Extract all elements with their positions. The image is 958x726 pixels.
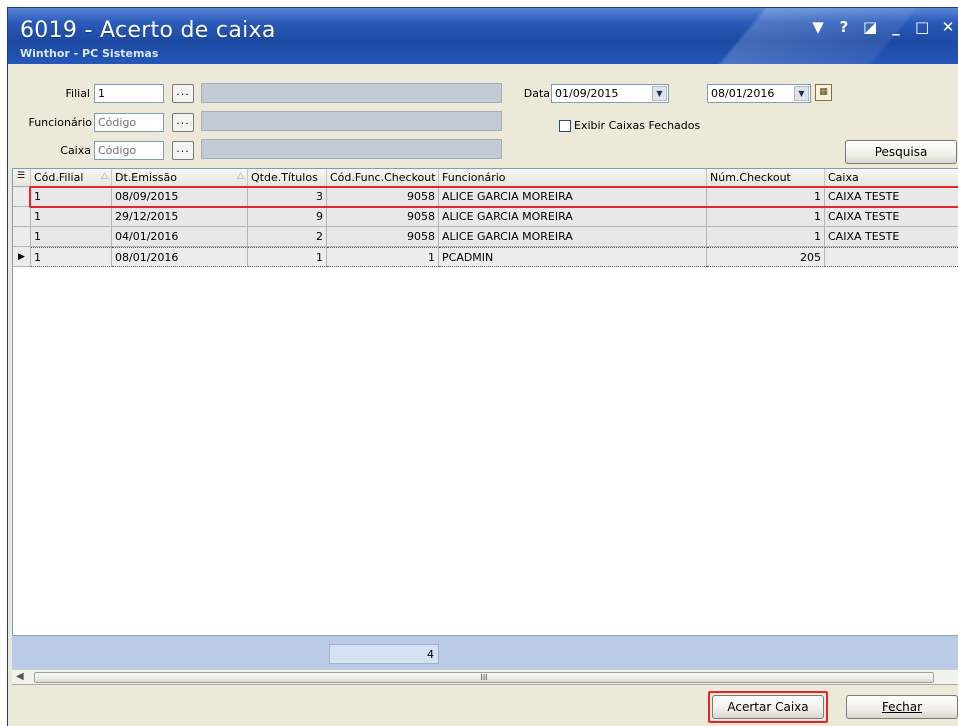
cell-funcionario: ALICE GARCIA MOREIRA — [439, 207, 707, 227]
data-start-value: 01/09/2015 — [555, 87, 619, 100]
cell-caixa — [825, 247, 958, 267]
caixa-description — [201, 139, 502, 159]
cell-funcionario: ALICE GARCIA MOREIRA — [439, 187, 707, 207]
cell-qtde: 3 — [248, 187, 327, 207]
cell-filial: 1 — [31, 227, 112, 247]
cell-filial: 1 — [31, 187, 112, 207]
filial-lookup-button[interactable]: ... — [172, 84, 194, 103]
cell-func-checkout: 9058 — [327, 187, 439, 207]
help-icon[interactable]: ? — [837, 18, 851, 36]
calendar-icon[interactable]: ▦ — [815, 84, 832, 101]
funcionario-label: Funcionário — [28, 116, 92, 129]
column-header-filial[interactable]: Cód.Filial △ — [31, 169, 112, 187]
cell-num-checkout: 1 — [707, 207, 825, 227]
fechar-button[interactable]: Fechar — [846, 695, 958, 719]
cell-qtde: 1 — [248, 247, 327, 267]
acertar-caixa-button[interactable]: Acertar Caixa — [712, 695, 824, 719]
exibir-caixas-checkbox[interactable] — [559, 120, 571, 132]
column-header-caixa[interactable]: Caixa — [825, 169, 958, 187]
exibir-caixas-label: Exibir Caixas Fechados — [574, 119, 701, 132]
footer-total-qtde: 4 — [329, 644, 439, 664]
caixa-label: Caixa — [60, 144, 91, 157]
title-bar: 6019 - Acerto de caixa Winthor - PC Sist… — [8, 8, 958, 64]
column-chooser-icon[interactable]: ☰ — [13, 169, 31, 187]
column-header-qtde[interactable]: Qtde.Títulos — [248, 169, 327, 187]
grid-footer: 4 — [12, 635, 958, 669]
scroll-left-icon[interactable]: ◀ — [16, 671, 24, 682]
cell-func-checkout: 1 — [327, 247, 439, 267]
cell-funcionario: ALICE GARCIA MOREIRA — [439, 227, 707, 247]
title-bar-shine — [546, 8, 958, 64]
cell-filial: 1 — [31, 207, 112, 227]
table-row[interactable]: 1 29/12/2015 9 9058 ALICE GARCIA MOREIRA… — [13, 207, 958, 227]
column-header-func-checkout[interactable]: Cód.Func.Checkout — [327, 169, 439, 187]
data-start-combo[interactable]: 01/09/2015 ▼ — [551, 84, 669, 103]
menu-arrow-icon[interactable]: ▼ — [811, 18, 825, 36]
row-indicator — [13, 207, 31, 227]
cell-emissao: 08/09/2015 — [112, 187, 248, 207]
cell-num-checkout: 1 — [707, 227, 825, 247]
pesquisa-button[interactable]: Pesquisa — [845, 140, 957, 164]
sort-arrow-icon: △ — [237, 171, 244, 181]
horizontal-scrollbar[interactable]: ◀ III — [12, 669, 958, 685]
cell-filial: 1 — [31, 247, 112, 267]
row-indicator — [13, 227, 31, 247]
cell-caixa: CAIXA TESTE — [825, 207, 958, 227]
minimize-icon[interactable]: _ — [889, 18, 903, 36]
cell-num-checkout: 205 — [707, 247, 825, 267]
filial-description — [201, 83, 502, 103]
filial-label: Filial — [65, 87, 91, 100]
window-title: 6019 - Acerto de caixa — [20, 18, 276, 43]
cell-emissao: 04/01/2016 — [112, 227, 248, 247]
cell-emissao: 08/01/2016 — [112, 247, 248, 267]
funcionario-input[interactable]: Código — [94, 113, 164, 132]
cell-caixa: CAIXA TESTE — [825, 187, 958, 207]
cell-qtde: 9 — [248, 207, 327, 227]
cell-num-checkout: 1 — [707, 187, 825, 207]
caixa-lookup-button[interactable]: ... — [172, 141, 194, 160]
caixa-input[interactable]: Código — [94, 141, 164, 160]
cell-func-checkout: 9058 — [327, 207, 439, 227]
column-header-emissao[interactable]: Dt.Emissão △ — [112, 169, 248, 187]
results-grid: ☰ Cód.Filial △ Dt.Emissão △ Qtde.Títulos C… — [12, 168, 958, 669]
funcionario-lookup-button[interactable]: ... — [172, 113, 194, 132]
column-header-num-checkout[interactable]: Núm.Checkout — [707, 169, 825, 187]
data-label: Data — [523, 87, 550, 100]
table-row[interactable]: 1 08/09/2015 3 9058 ALICE GARCIA MOREIRA… — [13, 187, 958, 207]
cell-emissao: 29/12/2015 — [112, 207, 248, 227]
scroll-thumb[interactable]: III — [34, 672, 934, 683]
funcionario-description — [201, 111, 502, 131]
chevron-down-icon[interactable]: ▼ — [794, 86, 809, 101]
action-bar: Acertar Caixa Fechar — [8, 686, 958, 726]
cell-funcionario: PCADMIN — [439, 247, 707, 267]
chevron-down-icon[interactable]: ▼ — [652, 86, 667, 101]
restore-icon[interactable]: ◪ — [863, 18, 877, 36]
data-end-value: 08/01/2016 — [711, 87, 775, 100]
window-controls: ▼ ? ◪ _ □ ✕ — [811, 18, 955, 36]
window-subtitle: Winthor - PC Sistemas — [20, 47, 159, 60]
current-row-arrow-icon: ▶ — [13, 247, 31, 267]
column-header-funcionario[interactable]: Funcionário — [439, 169, 707, 187]
maximize-icon[interactable]: □ — [915, 18, 929, 36]
sort-arrow-icon: △ — [101, 171, 108, 181]
cell-func-checkout: 9058 — [327, 227, 439, 247]
cell-caixa: CAIXA TESTE — [825, 227, 958, 247]
app-window: 6019 - Acerto de caixa Winthor - PC Sist… — [7, 7, 958, 726]
close-icon[interactable]: ✕ — [941, 18, 955, 36]
row-indicator — [13, 187, 31, 207]
table-row[interactable]: 1 04/01/2016 2 9058 ALICE GARCIA MOREIRA… — [13, 227, 958, 247]
data-end-combo[interactable]: 08/01/2016 ▼ — [707, 84, 811, 103]
filial-input[interactable]: 1 — [94, 84, 164, 103]
grid-header: ☰ Cód.Filial △ Dt.Emissão △ Qtde.Títulos C… — [13, 169, 958, 187]
filter-panel: Filial 1 ... Funcionário Código ... Caix… — [8, 64, 958, 168]
cell-qtde: 2 — [248, 227, 327, 247]
table-row-current[interactable]: ▶ 1 08/01/2016 1 1 PCADMIN 205 — [13, 247, 958, 267]
